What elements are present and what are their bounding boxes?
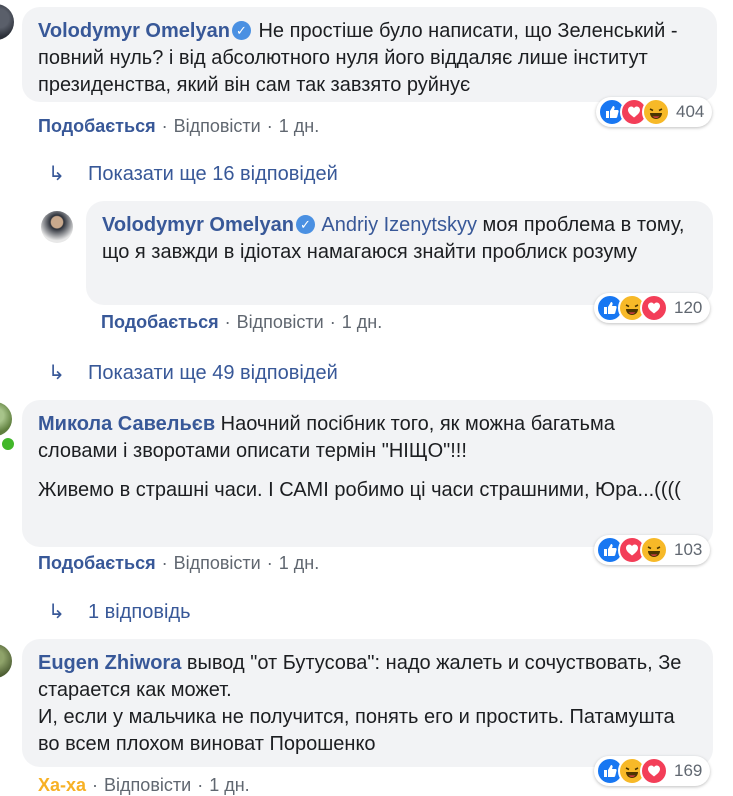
avatar[interactable] [41,211,73,243]
reaction-count: 103 [674,540,703,559]
show-more-replies-link[interactable]: ↳ 1 відповідь [48,599,191,624]
comment-timestamp[interactable]: 1 дн. [279,116,319,136]
avatar[interactable] [0,644,12,678]
comment-actions: Подобається · Відповісти · 1 дн. [101,312,383,332]
reply-arrow-icon: ↳ [48,601,65,623]
reaction-count: 404 [676,102,705,121]
comment-author[interactable]: Volodymyr Omelyan [38,20,230,42]
reply-arrow-icon: ↳ [48,362,65,384]
like-button[interactable]: Подобається [38,553,156,573]
reaction-summary[interactable]: 120 [594,293,711,323]
comment-author[interactable]: Микола Савельєв [38,413,215,435]
comment-actions: Подобається · Відповісти · 1 дн. [38,116,320,136]
comment-bubble: Eugen Zhiwora вывод "от Бутусова": надо … [22,639,713,767]
online-status-icon [0,436,16,452]
reaction-summary[interactable]: 404 [596,97,713,127]
mention-link[interactable]: Andriy Izenytskyy [321,214,477,236]
comment-bubble: Volodymyr Omelyan ✓ Не простіше було напи… [22,7,717,102]
reply-arrow-icon: ↳ [48,163,65,185]
reaction-summary[interactable]: 169 [594,756,711,786]
comment-timestamp[interactable]: 1 дн. [279,553,319,573]
reaction-summary[interactable]: 103 [594,535,711,565]
reply-button[interactable]: Відповісти [174,116,261,136]
comment-bubble: Volodymyr Omelyan ✓ Andriy Izenytskyy моя… [86,201,713,305]
show-more-replies-link[interactable]: ↳ Показати ще 49 відповідей [48,360,338,385]
reaction-count: 120 [674,298,703,317]
comment-timestamp[interactable]: 1 дн. [209,775,249,795]
comment-bubble: Микола Савельєв Наочний посібник того, я… [22,400,713,547]
avatar[interactable] [0,4,14,40]
love-reaction-icon [640,294,668,322]
comment-author[interactable]: Eugen Zhiwora [38,652,181,674]
verified-badge-icon: ✓ [231,21,251,40]
reaction-count: 169 [674,761,703,780]
comment-author[interactable]: Volodymyr Omelyan [102,214,294,236]
show-more-replies-link[interactable]: ↳ Показати ще 16 відповідей [48,161,338,186]
comment-actions: Ха-ха · Відповісти · 1 дн. [38,775,250,795]
reply-button[interactable]: Відповісти [104,775,191,795]
verified-badge-icon: ✓ [295,215,315,234]
comment-actions: Подобається · Відповісти · 1 дн. [38,553,320,573]
comment-timestamp[interactable]: 1 дн. [342,312,382,332]
haha-reaction-button[interactable]: Ха-ха [38,775,86,795]
haha-reaction-icon [640,536,668,564]
like-button[interactable]: Подобається [38,116,156,136]
avatar[interactable] [0,402,12,436]
love-reaction-icon [640,757,668,785]
haha-reaction-icon [642,98,670,126]
like-button[interactable]: Подобається [101,312,219,332]
reply-button[interactable]: Відповісти [237,312,324,332]
comment-text-line: И, если у мальчика не получится, понять … [38,706,675,755]
comment-text-paragraph: Живемо в страшні часи. І САМІ робимо ці … [38,479,681,501]
reply-button[interactable]: Відповісти [174,553,261,573]
